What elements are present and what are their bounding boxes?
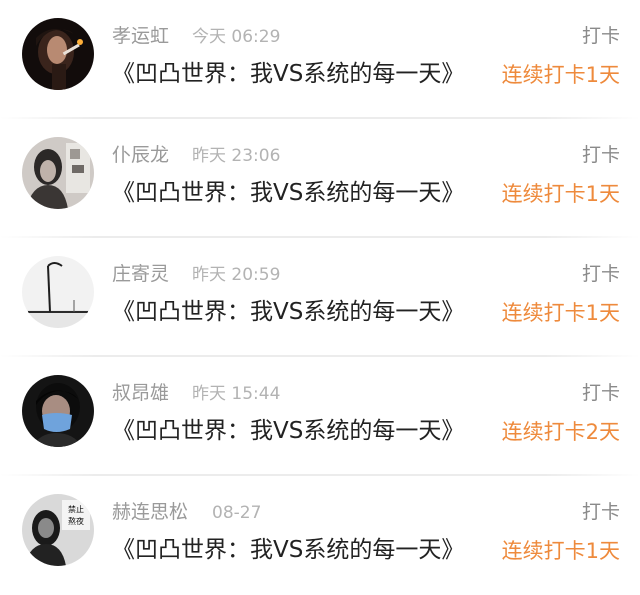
- user-avatar-image: [22, 256, 94, 328]
- avatar[interactable]: [22, 375, 94, 447]
- streak-count: 连续打卡1天: [501, 63, 620, 87]
- checkin-time: 昨天 20:59: [192, 265, 281, 285]
- user-avatar-image: 禁止 熬夜: [22, 494, 94, 566]
- checkin-button[interactable]: 打卡: [582, 499, 620, 525]
- user-name[interactable]: 庄寄灵: [112, 261, 169, 287]
- list-item[interactable]: 孝运虹 今天 06:29 打卡 《凹凸世界：我VS系统的每一天》 连续打卡1天: [0, 0, 640, 119]
- list-item[interactable]: 仆辰龙 昨天 23:06 打卡 《凹凸世界：我VS系统的每一天》 连续打卡1天: [0, 119, 640, 238]
- book-title-link[interactable]: 《凹凸世界：我VS系统的每一天》: [112, 415, 464, 447]
- checkin-list: 孝运虹 今天 06:29 打卡 《凹凸世界：我VS系统的每一天》 连续打卡1天 …: [0, 0, 640, 594]
- book-title-link[interactable]: 《凹凸世界：我VS系统的每一天》: [112, 58, 464, 90]
- user-avatar-image: [22, 137, 94, 209]
- checkin-time: 今天 06:29: [192, 27, 281, 47]
- streak-count: 连续打卡2天: [501, 420, 620, 444]
- streak-count: 连续打卡1天: [501, 301, 620, 325]
- book-title-link[interactable]: 《凹凸世界：我VS系统的每一天》: [112, 534, 464, 566]
- user-name[interactable]: 仆辰龙: [112, 142, 169, 168]
- list-item[interactable]: 庄寄灵 昨天 20:59 打卡 《凹凸世界：我VS系统的每一天》 连续打卡1天: [0, 238, 640, 357]
- list-item[interactable]: 叔昂雄 昨天 15:44 打卡 《凹凸世界：我VS系统的每一天》 连续打卡2天: [0, 357, 640, 476]
- book-title-link[interactable]: 《凹凸世界：我VS系统的每一天》: [112, 296, 464, 328]
- streak-count: 连续打卡1天: [501, 182, 620, 206]
- streak-count: 连续打卡1天: [501, 539, 620, 563]
- checkin-button[interactable]: 打卡: [582, 261, 620, 287]
- checkin-button[interactable]: 打卡: [582, 23, 620, 49]
- book-title-link[interactable]: 《凹凸世界：我VS系统的每一天》: [112, 177, 464, 209]
- checkin-time: 08-27: [212, 503, 262, 523]
- checkin-button[interactable]: 打卡: [582, 142, 620, 168]
- user-avatar-image: [22, 18, 94, 90]
- checkin-button[interactable]: 打卡: [582, 380, 620, 406]
- user-avatar-image: [22, 375, 94, 447]
- avatar-sign-text: 禁止: [68, 504, 84, 514]
- checkin-time: 昨天 23:06: [192, 146, 281, 166]
- user-name[interactable]: 赫连思松: [112, 499, 188, 525]
- checkin-time: 昨天 15:44: [192, 384, 281, 404]
- user-name[interactable]: 孝运虹: [112, 23, 169, 49]
- user-name[interactable]: 叔昂雄: [112, 380, 169, 406]
- avatar[interactable]: [22, 137, 94, 209]
- avatar[interactable]: [22, 256, 94, 328]
- list-item[interactable]: 禁止 熬夜 赫连思松 08-27 打卡 《凹凸世界：我VS系统的每一天》 连续打…: [0, 476, 640, 595]
- avatar-sign-text: 熬夜: [68, 516, 84, 526]
- avatar[interactable]: 禁止 熬夜: [22, 494, 94, 566]
- avatar[interactable]: [22, 18, 94, 90]
